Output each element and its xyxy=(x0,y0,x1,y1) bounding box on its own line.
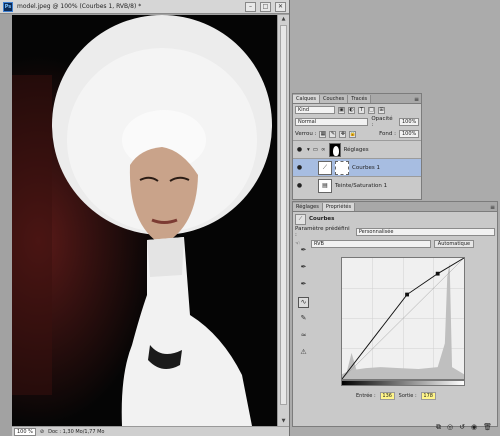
visibility-eye-icon[interactable]: ● xyxy=(295,146,304,153)
visibility-eye-icon[interactable]: ◉ xyxy=(471,423,477,432)
pixel-filter-icon[interactable]: ▣ xyxy=(338,106,345,114)
tab-properties[interactable]: Propriétés xyxy=(322,203,356,211)
scroll-down-icon[interactable]: ▼ xyxy=(280,418,287,425)
preset-label: Paramètre prédéfini : xyxy=(295,226,350,238)
layer-name: Réglages xyxy=(343,146,369,153)
curve-tools: ✒ ✒ ✒ ∿ ✎ ≈ ⚠ xyxy=(298,246,312,365)
document-title-bar[interactable]: Ps model.jpeg @ 100% (Courbes 1, RVB/8) … xyxy=(0,0,289,14)
layer-group-reglages[interactable]: ● ▾ ▭ ∞ Réglages xyxy=(293,140,421,158)
vertical-scrollbar[interactable]: ▲ ▼ xyxy=(277,15,289,426)
opacity-label: Opacité : xyxy=(371,116,393,128)
curve-control-point[interactable] xyxy=(405,292,409,297)
photoshop-icon: Ps xyxy=(3,1,13,12)
ruler-area xyxy=(0,15,12,436)
output-field[interactable]: 178 xyxy=(420,392,436,400)
opacity-field[interactable]: 100% xyxy=(399,118,419,126)
curve-svg xyxy=(341,257,465,380)
curve-control-point[interactable] xyxy=(435,271,440,276)
document-window: Ps model.jpeg @ 100% (Courbes 1, RVB/8) … xyxy=(0,0,290,436)
output-label: Sortie : xyxy=(398,393,417,399)
lock-row: Verrou : ▦ ✎ ✥ 🔒 Fond : 100% xyxy=(293,128,421,140)
trash-icon[interactable]: 🗑 xyxy=(483,423,492,432)
photo-svg xyxy=(12,15,277,426)
gradient-bar xyxy=(341,380,465,386)
maximize-button[interactable]: □ xyxy=(260,1,271,12)
props-footer: ⧉ ◎ ↺ ◉ 🗑 xyxy=(436,423,492,432)
clip-layer-icon[interactable]: ⧉ xyxy=(436,423,441,432)
adjust-filter-icon[interactable]: ◐ xyxy=(348,106,355,114)
doc-size-info: Doc : 1,30 Mo/1,77 Mo xyxy=(48,428,105,435)
lock-all-icon[interactable]: 🔒 xyxy=(349,130,357,138)
blend-row: Normal Opacité : 100% xyxy=(293,116,421,128)
curve-point-tool-icon[interactable]: ∿ xyxy=(298,297,309,308)
props-tabrow: Réglages Propriétés ≡ xyxy=(293,202,497,212)
panel-menu-icon[interactable]: ≡ xyxy=(412,96,421,103)
layer-mask-thumb[interactable] xyxy=(335,160,349,175)
folder-icon: ▭ xyxy=(312,146,318,153)
smooth-icon[interactable]: ≈ xyxy=(298,331,309,342)
lock-label: Verrou : xyxy=(295,131,317,137)
kind-select[interactable]: Kind xyxy=(295,106,335,114)
tab-adjustments[interactable]: Réglages xyxy=(293,203,323,211)
lock-brush-icon[interactable]: ✎ xyxy=(329,130,337,138)
scroll-thumb[interactable] xyxy=(280,25,287,405)
layer-teinte[interactable]: ● ▤ Teinte/Saturation 1 xyxy=(293,176,421,194)
white-eyedropper-icon[interactable]: ✒ xyxy=(298,280,309,291)
scroll-up-icon[interactable]: ▲ xyxy=(280,16,287,23)
info-icon[interactable]: ⊘ xyxy=(40,429,44,435)
layers-tabrow: Calques Couches Tracés ≡ xyxy=(293,94,421,104)
link-icon: ∞ xyxy=(320,146,326,153)
gray-eyedropper-icon[interactable]: ✒ xyxy=(298,263,309,274)
layer-courbes[interactable]: ● ⟋ Courbes 1 xyxy=(293,158,421,176)
hue-adjust-icon[interactable]: ▤ xyxy=(318,178,332,193)
type-filter-icon[interactable]: T xyxy=(358,106,365,114)
black-eyedropper-icon[interactable]: ✒ xyxy=(298,246,309,257)
panel-menu-icon[interactable]: ≡ xyxy=(488,204,497,211)
preset-row: Paramètre prédéfini : Personnalisée xyxy=(293,226,497,238)
close-button[interactable]: ✕ xyxy=(275,1,286,12)
minimize-button[interactable]: – xyxy=(245,1,256,12)
expand-arrow-icon[interactable]: ▾ xyxy=(307,147,310,153)
tab-layers[interactable]: Calques xyxy=(293,95,320,103)
fill-field[interactable]: 100% xyxy=(399,130,419,138)
preset-select[interactable]: Personnalisée xyxy=(355,228,495,236)
visibility-eye-icon[interactable]: ● xyxy=(295,182,304,189)
tab-channels[interactable]: Couches xyxy=(319,95,349,103)
channel-select[interactable]: RVB xyxy=(310,240,431,248)
blend-mode-select[interactable]: Normal xyxy=(295,118,369,126)
fill-label: Fond : xyxy=(379,131,396,137)
auto-button[interactable]: Automatique xyxy=(433,240,474,248)
lock-transparent-icon[interactable]: ▦ xyxy=(319,130,327,138)
channel-row: ☜ RVB Automatique xyxy=(293,238,497,250)
view-previous-icon[interactable]: ◎ xyxy=(447,423,453,432)
shape-filter-icon[interactable]: □ xyxy=(368,106,375,114)
document-title: model.jpeg @ 100% (Courbes 1, RVB/8) * xyxy=(17,3,142,10)
panel-title: Courbes xyxy=(309,216,335,222)
lock-move-icon[interactable]: ✥ xyxy=(339,130,347,138)
props-header: ⟋ Courbes xyxy=(293,212,497,226)
input-label: Entrée : xyxy=(356,393,376,399)
zoom-level[interactable]: 100 % xyxy=(14,427,36,436)
layer-name: Courbes 1 xyxy=(352,164,380,171)
clipping-warning-icon[interactable]: ⚠ xyxy=(298,348,309,359)
visibility-eye-icon[interactable]: ● xyxy=(295,164,304,171)
reset-icon[interactable]: ↺ xyxy=(459,423,465,432)
curves-graph[interactable] xyxy=(341,257,465,380)
curves-icon: ⟋ xyxy=(295,213,306,225)
image-canvas[interactable] xyxy=(12,15,277,426)
status-bar: 100 % ⊘ Doc : 1,30 Mo/1,77 Mo xyxy=(12,426,289,436)
tab-paths[interactable]: Tracés xyxy=(348,95,372,103)
group-mask-thumb[interactable] xyxy=(328,142,341,157)
layer-name: Teinte/Saturation 1 xyxy=(335,182,388,189)
layers-panel: Calques Couches Tracés ≡ Kind ▣ ◐ T □ ⊞ … xyxy=(292,93,422,200)
smart-filter-icon[interactable]: ⊞ xyxy=(378,106,385,114)
curves-adjust-icon[interactable]: ⟋ xyxy=(318,160,332,175)
filter-row: Kind ▣ ◐ T □ ⊞ xyxy=(293,104,421,116)
pencil-tool-icon[interactable]: ✎ xyxy=(298,314,309,325)
input-output-row: Entrée : 136 Sortie : 178 xyxy=(356,392,436,400)
input-field[interactable]: 136 xyxy=(379,392,395,400)
